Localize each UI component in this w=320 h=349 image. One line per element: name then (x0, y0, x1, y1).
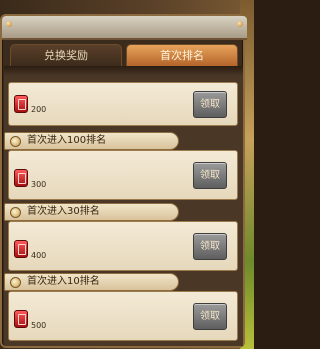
section-title: 首次进入10排名 (27, 276, 100, 287)
reward-row-400: 400 领取 (8, 221, 238, 271)
reward-row-200: 200 领取 (8, 82, 238, 126)
reward-amount: 400 (31, 251, 47, 260)
tab-first-ranking[interactable]: 首次排名 (126, 44, 238, 66)
reward-list[interactable]: 200 领取 首次进入100排名 300 领取 首次进入30排名 400 领取 … (4, 66, 243, 346)
section-header-top100: 首次进入100排名 (4, 132, 179, 150)
red-gem-icon (14, 169, 28, 187)
reward-amount: 500 (31, 321, 47, 330)
corner-ornament-right (237, 21, 243, 27)
reward-amount: 200 (31, 105, 47, 114)
claim-button[interactable]: 领取 (193, 162, 227, 189)
tab-bar: 兑换奖励 首次排名 (6, 44, 242, 66)
red-gem-icon (14, 240, 28, 258)
scroll-fade (4, 66, 243, 76)
section-header-top30: 首次进入30排名 (4, 203, 179, 221)
medal-icon (10, 277, 21, 288)
reward-row-500: 500 领取 (8, 291, 238, 341)
medal-icon (10, 207, 21, 218)
section-title: 首次进入100排名 (27, 135, 107, 146)
red-gem-icon (14, 95, 28, 113)
section-title: 首次进入30排名 (27, 206, 100, 217)
corner-ornament-left (6, 21, 12, 27)
tab-exchange-reward[interactable]: 兑换奖励 (10, 44, 122, 66)
section-header-top10: 首次进入10排名 (4, 273, 179, 291)
panel-top-frame (2, 16, 247, 40)
ranking-reward-panel: 兑换奖励 首次排名 200 领取 首次进入100排名 300 领取 首次进入30… (0, 14, 247, 348)
claim-button[interactable]: 领取 (193, 91, 227, 118)
claim-button[interactable]: 领取 (193, 233, 227, 260)
reward-row-300: 300 领取 (8, 150, 238, 200)
medal-icon (10, 136, 21, 147)
red-gem-icon (14, 310, 28, 328)
claim-button[interactable]: 领取 (193, 303, 227, 330)
reward-amount: 300 (31, 180, 47, 189)
